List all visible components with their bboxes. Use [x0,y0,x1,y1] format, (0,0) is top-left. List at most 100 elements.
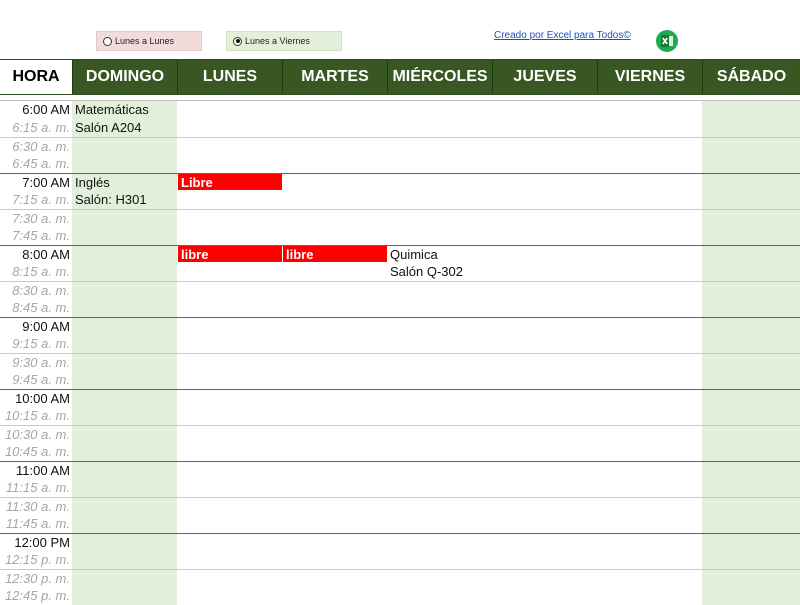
schedule-cell[interactable]: libre [282,246,387,263]
schedule-cell[interactable] [702,515,800,533]
schedule-cell[interactable] [387,227,492,245]
schedule-cell[interactable] [387,479,492,497]
schedule-cell[interactable] [492,551,597,569]
schedule-cell[interactable] [72,371,177,389]
schedule-cell[interactable] [177,210,282,227]
schedule-cell[interactable] [177,515,282,533]
schedule-cell[interactable] [282,191,387,209]
schedule-cell[interactable] [492,246,597,263]
schedule-cell[interactable] [282,138,387,155]
schedule-cell[interactable] [492,426,597,443]
radio-lunes-a-lunes[interactable] [103,36,112,46]
schedule-cell[interactable] [597,390,702,407]
schedule-cell[interactable] [702,390,800,407]
schedule-cell[interactable] [492,515,597,533]
schedule-cell[interactable] [492,534,597,551]
schedule-cell[interactable] [72,318,177,335]
schedule-cell[interactable] [282,299,387,317]
schedule-cell[interactable] [492,318,597,335]
schedule-cell[interactable] [282,282,387,299]
schedule-cell[interactable] [177,587,282,605]
schedule-cell[interactable] [492,587,597,605]
schedule-cell[interactable]: Matemáticas [72,101,177,119]
schedule-cell[interactable]: Salón: H301 [72,191,177,209]
schedule-cell[interactable] [597,282,702,299]
schedule-cell[interactable] [387,155,492,173]
schedule-cell[interactable] [597,551,702,569]
schedule-cell[interactable] [492,479,597,497]
schedule-cell[interactable] [702,174,800,191]
schedule-cell[interactable] [177,479,282,497]
schedule-cell[interactable] [387,101,492,119]
option-lunes-a-viernes[interactable]: Lunes a Viernes [226,31,342,51]
schedule-cell[interactable] [702,335,800,353]
schedule-cell[interactable] [597,299,702,317]
schedule-cell[interactable] [597,534,702,551]
schedule-cell[interactable] [177,551,282,569]
schedule-cell[interactable] [282,101,387,119]
schedule-cell[interactable] [702,246,800,263]
schedule-cell[interactable] [597,155,702,173]
schedule-cell[interactable] [72,227,177,245]
schedule-cell[interactable] [492,263,597,281]
schedule-cell[interactable] [282,479,387,497]
schedule-cell[interactable] [492,155,597,173]
schedule-cell[interactable] [282,354,387,371]
schedule-cell[interactable] [492,335,597,353]
schedule-cell[interactable] [387,587,492,605]
schedule-cell[interactable] [387,174,492,191]
schedule-cell[interactable] [177,354,282,371]
schedule-cell[interactable] [702,101,800,119]
schedule-cell[interactable] [597,515,702,533]
schedule-cell[interactable] [177,390,282,407]
schedule-cell[interactable] [387,570,492,587]
schedule-cell[interactable] [387,390,492,407]
schedule-cell[interactable] [597,335,702,353]
schedule-cell[interactable] [72,570,177,587]
schedule-cell[interactable] [72,210,177,227]
schedule-cell[interactable] [282,443,387,461]
schedule-cell[interactable] [282,587,387,605]
schedule-cell[interactable]: Libre [177,174,282,191]
schedule-cell[interactable] [702,371,800,389]
schedule-cell[interactable] [492,407,597,425]
schedule-cell[interactable] [702,155,800,173]
schedule-cell[interactable] [72,155,177,173]
schedule-cell[interactable] [387,138,492,155]
schedule-cell[interactable] [72,335,177,353]
schedule-cell[interactable] [282,371,387,389]
schedule-cell[interactable] [702,191,800,209]
schedule-cell[interactable] [72,479,177,497]
credit-link[interactable]: Creado por Excel para Todos© [494,30,631,41]
schedule-cell[interactable] [702,587,800,605]
schedule-cell[interactable] [177,138,282,155]
schedule-cell[interactable] [177,227,282,245]
schedule-cell[interactable]: Salón A204 [72,119,177,137]
schedule-cell[interactable] [177,462,282,479]
schedule-cell[interactable] [282,498,387,515]
schedule-cell[interactable] [282,155,387,173]
schedule-cell[interactable] [387,335,492,353]
schedule-cell[interactable] [177,155,282,173]
schedule-cell[interactable] [492,227,597,245]
schedule-cell[interactable] [492,498,597,515]
schedule-cell[interactable] [387,443,492,461]
schedule-cell[interactable] [177,426,282,443]
schedule-cell[interactable] [72,443,177,461]
schedule-cell[interactable] [597,138,702,155]
schedule-cell[interactable] [597,407,702,425]
schedule-cell[interactable] [387,318,492,335]
schedule-cell[interactable] [702,498,800,515]
schedule-cell[interactable] [492,299,597,317]
schedule-cell[interactable] [702,426,800,443]
schedule-cell[interactable] [72,515,177,533]
schedule-cell[interactable] [72,282,177,299]
schedule-cell[interactable] [282,119,387,137]
schedule-cell[interactable] [177,407,282,425]
schedule-cell[interactable] [282,515,387,533]
schedule-cell[interactable] [387,498,492,515]
schedule-cell[interactable] [282,551,387,569]
schedule-cell[interactable] [597,119,702,137]
schedule-cell[interactable] [177,443,282,461]
schedule-cell[interactable] [387,551,492,569]
